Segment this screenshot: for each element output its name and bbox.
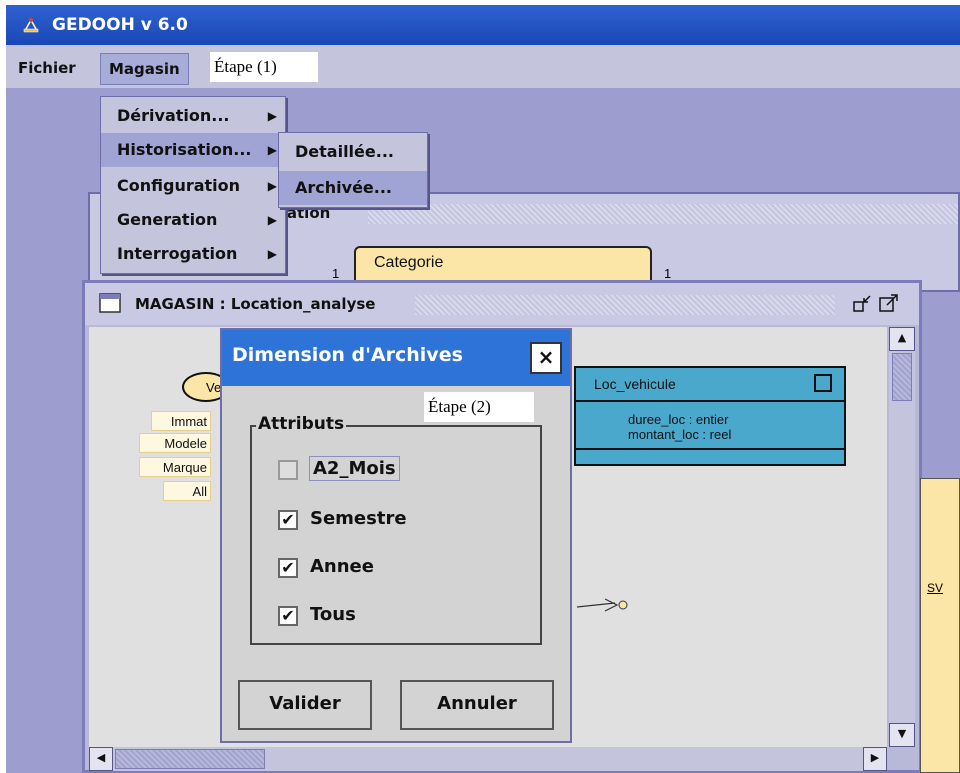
menu-fichier[interactable]: Fichier: [10, 53, 84, 83]
loc-vehicule-class-box[interactable]: Loc_vehicule duree_loc : entier montant_…: [574, 366, 846, 466]
connector-icon: [576, 598, 628, 612]
submenu-arrow-icon: ▶: [267, 247, 277, 261]
dimension-archives-dialog: Dimension d'Archives × Attributs A2_Mois…: [220, 328, 572, 743]
valider-button[interactable]: Valider: [238, 680, 372, 730]
magasin-menu: Dérivation... ▶ Historisation... ▶ Configu…: [100, 96, 286, 274]
checkbox-label-tous: Tous: [310, 604, 356, 625]
front-frame-title: MAGASIN : Location_analyse: [135, 295, 376, 313]
minimize-icon[interactable]: [853, 293, 873, 313]
submenu-item-detaillee[interactable]: Detaillée...: [279, 135, 427, 169]
partial-class-box[interactable]: SV: [920, 478, 960, 773]
left-margin: [0, 0, 6, 773]
menu-item-interrogation-label: Interrogation: [117, 244, 238, 263]
scroll-right-icon[interactable]: ▶: [863, 747, 887, 771]
annuler-button[interactable]: Annuler: [400, 680, 554, 730]
vertical-scroll-thumb[interactable]: [892, 353, 912, 401]
checkbox-label-annee: Annee: [310, 556, 374, 577]
partial-class-label: SV: [927, 581, 944, 595]
ellipse-label: Ve: [206, 380, 222, 395]
loc-vehicule-footer-line: [576, 448, 844, 450]
annotation-etape-2: Étape (2): [424, 392, 534, 422]
horizontal-scroll-thumb[interactable]: [115, 749, 265, 769]
menu-item-historisation-label: Historisation...: [117, 140, 252, 159]
maximize-icon[interactable]: [879, 293, 899, 313]
vertical-scrollbar[interactable]: ▲ ▼: [889, 327, 915, 747]
loc-vehicule-attributes: duree_loc : entier montant_loc : reel: [628, 412, 731, 442]
submenu-arrow-icon: ▶: [267, 213, 277, 227]
cube-icon: [814, 374, 832, 392]
multiplicity-right: 1: [664, 266, 672, 281]
checkbox-label-semestre: Semestre: [310, 508, 407, 529]
checkbox-annee[interactable]: ✔: [278, 558, 298, 578]
horizontal-scrollbar[interactable]: ◀ ▶: [89, 747, 887, 771]
dialog-title-bar[interactable]: Dimension d'Archives ×: [222, 330, 570, 386]
dialog-title: Dimension d'Archives: [232, 344, 463, 366]
checkbox-tous[interactable]: ✔: [278, 606, 298, 626]
close-icon[interactable]: ×: [530, 342, 562, 374]
loc-vehicule-header: Loc_vehicule: [576, 368, 844, 402]
checkbox-label-a2-mois: A2_Mois: [309, 456, 400, 481]
front-frame-title-hatch: [415, 295, 835, 315]
front-frame-title-bar[interactable]: MAGASIN : Location_analyse: [85, 283, 919, 325]
attr-all[interactable]: All: [163, 481, 211, 501]
back-frame-title-hatch: [368, 204, 958, 224]
app-icon: [23, 18, 39, 33]
menu-item-configuration[interactable]: Configuration ▶: [101, 169, 285, 203]
submenu-arrow-icon: ▶: [267, 179, 277, 193]
window-icon: [99, 293, 121, 313]
checkbox-semestre[interactable]: ✔: [278, 510, 298, 530]
loc-vehicule-attr: duree_loc : entier: [628, 412, 729, 427]
scroll-left-icon[interactable]: ◀: [89, 747, 113, 771]
checkbox-a2-mois[interactable]: [278, 460, 298, 480]
menu-item-configuration-label: Configuration: [117, 176, 241, 195]
menu-item-generation[interactable]: Generation ▶: [101, 203, 285, 237]
submenu-arrow-icon: ▶: [267, 109, 277, 123]
app-title: GEDOOH v 6.0: [52, 15, 188, 35]
menu-magasin[interactable]: Magasin: [100, 53, 189, 85]
attr-modele[interactable]: Modele: [139, 433, 211, 453]
menu-item-derivation[interactable]: Dérivation... ▶: [101, 99, 285, 133]
annotation-etape-1: Étape (1): [210, 52, 318, 82]
menu-bar: Fichier Magasin: [6, 45, 960, 88]
menu-item-generation-label: Generation: [117, 210, 218, 229]
attr-marque[interactable]: Marque: [139, 457, 211, 477]
menu-item-derivation-label: Dérivation...: [117, 106, 230, 125]
menu-item-historisation[interactable]: Historisation... ▶: [101, 133, 285, 167]
app-title-bar: GEDOOH v 6.0: [6, 5, 960, 45]
scroll-up-icon[interactable]: ▲: [889, 327, 915, 351]
historisation-submenu: Detaillée... Archivée...: [278, 132, 428, 208]
attr-immat[interactable]: Immat: [151, 411, 211, 431]
scroll-down-icon[interactable]: ▼: [889, 723, 915, 747]
menu-item-interrogation[interactable]: Interrogation ▶: [101, 237, 285, 271]
multiplicity-left: 1: [332, 266, 340, 281]
submenu-arrow-icon: ▶: [267, 143, 277, 157]
submenu-item-archivee[interactable]: Archivée...: [279, 171, 427, 205]
categorie-label: Categorie: [374, 254, 444, 271]
loc-vehicule-attr: montant_loc : reel: [628, 427, 732, 442]
loc-vehicule-name: Loc_vehicule: [594, 376, 676, 392]
attributs-group-label: Attributs: [256, 414, 347, 434]
